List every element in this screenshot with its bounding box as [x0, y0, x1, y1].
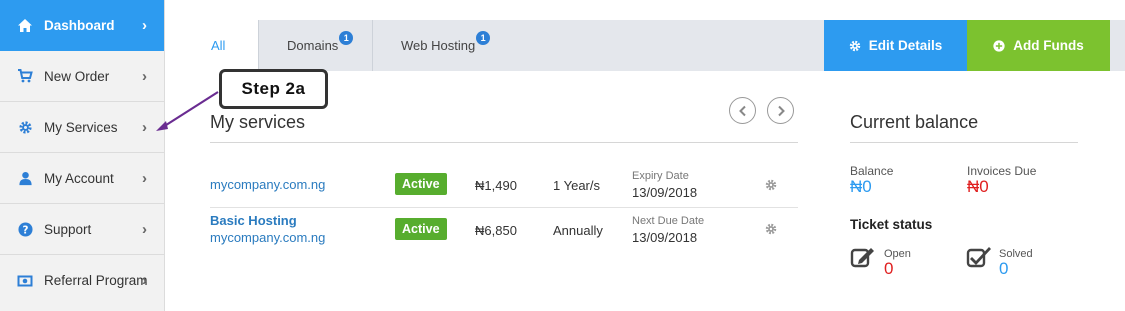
billing-cycle: Annually: [553, 223, 603, 238]
date-value: 13/09/2018: [632, 185, 698, 200]
sidebar-item-referral-program[interactable]: Referral Program ›: [0, 255, 164, 306]
chevron-right-icon: ›: [142, 67, 147, 85]
panel-title-current-balance: Current balance: [850, 112, 979, 132]
add-funds-button[interactable]: Add Funds: [967, 20, 1110, 71]
tab-label: Web Hosting: [401, 38, 476, 53]
date-label: Expiry Date: [632, 170, 689, 182]
divider: [850, 142, 1078, 143]
chevron-right-icon: ›: [142, 169, 147, 187]
check-square-icon: [966, 247, 991, 268]
sidebar-item-label: Support: [44, 221, 92, 237]
plus-circle-icon: [993, 39, 1005, 52]
cart-icon: [17, 68, 33, 84]
row-divider: [210, 207, 798, 208]
step-annotation: Step 2a: [219, 69, 328, 109]
status-badge: Active: [395, 218, 447, 240]
sidebar-item-support[interactable]: ? Support ›: [0, 204, 164, 255]
billing-cycle: 1 Year/s: [553, 178, 600, 193]
tab-label: All: [211, 38, 226, 53]
sidebar-item-label: My Account: [44, 170, 114, 186]
solved-tickets-count: 0: [999, 259, 1009, 278]
chevron-right-icon: ›: [142, 272, 147, 289]
sidebar-item-label: New Order: [44, 68, 110, 84]
service-settings-icon[interactable]: [765, 179, 777, 191]
service-price: ₦1,490: [475, 178, 517, 193]
chevron-right-icon: ›: [142, 17, 147, 34]
count-badge: 1: [339, 30, 354, 45]
balance-label: Balance: [850, 164, 894, 178]
status-badge: Active: [395, 173, 447, 195]
sidebar-item-label: My Services: [44, 119, 118, 135]
svg-text:?: ?: [22, 224, 28, 236]
service-domain: mycompany.com.ng: [210, 230, 326, 245]
invoices-due-value: ₦0: [967, 177, 989, 196]
sidebar: Dashboard › New Order › My Services › My…: [0, 0, 165, 311]
edit-details-label: Edit Details: [868, 38, 943, 53]
help-icon: ?: [17, 221, 33, 237]
open-tickets-count: 0: [884, 259, 894, 278]
add-funds-label: Add Funds: [1013, 38, 1084, 53]
tab-all[interactable]: All: [196, 20, 258, 71]
tab-web-hosting[interactable]: Web Hosting 1: [373, 20, 513, 71]
panel-title-my-services: My services: [210, 112, 306, 132]
sidebar-item-my-account[interactable]: My Account ›: [0, 153, 164, 204]
gear-icon: [17, 119, 33, 135]
home-icon: [17, 18, 33, 34]
service-settings-icon[interactable]: [765, 223, 777, 235]
sidebar-item-my-services[interactable]: My Services ›: [0, 102, 164, 153]
service-name-link[interactable]: Basic Hosting: [210, 213, 297, 228]
service-price: ₦6,850: [475, 223, 517, 238]
divider: [210, 142, 798, 143]
money-icon: [17, 273, 33, 289]
balance-value: ₦0: [850, 177, 872, 196]
sidebar-item-new-order[interactable]: New Order ›: [0, 51, 164, 102]
sidebar-item-dashboard[interactable]: Dashboard ›: [0, 0, 164, 51]
edit-ticket-icon: [850, 248, 874, 268]
date-value: 13/09/2018: [632, 230, 698, 245]
tab-domains[interactable]: Domains 1: [259, 20, 372, 71]
count-badge: 1: [476, 30, 491, 45]
edit-details-button[interactable]: Edit Details: [824, 20, 967, 71]
service-name-link[interactable]: mycompany.com.ng: [210, 177, 325, 192]
chevron-left-icon: [738, 105, 746, 116]
sidebar-item-label: Dashboard: [44, 18, 115, 33]
date-label: Next Due Date: [632, 215, 705, 227]
tab-label: Domains: [287, 38, 339, 53]
ticket-status-title: Ticket status: [850, 217, 933, 232]
chevron-right-icon: [777, 105, 785, 116]
user-icon: [17, 170, 33, 186]
chevron-right-icon: ›: [142, 220, 147, 238]
chevron-right-icon: ›: [142, 118, 147, 136]
gear-icon: [849, 40, 861, 52]
next-page-button[interactable]: [767, 97, 794, 124]
prev-page-button[interactable]: [729, 97, 756, 124]
invoices-due-label: Invoices Due: [967, 164, 1037, 178]
sidebar-item-label: Referral Program: [44, 273, 148, 288]
